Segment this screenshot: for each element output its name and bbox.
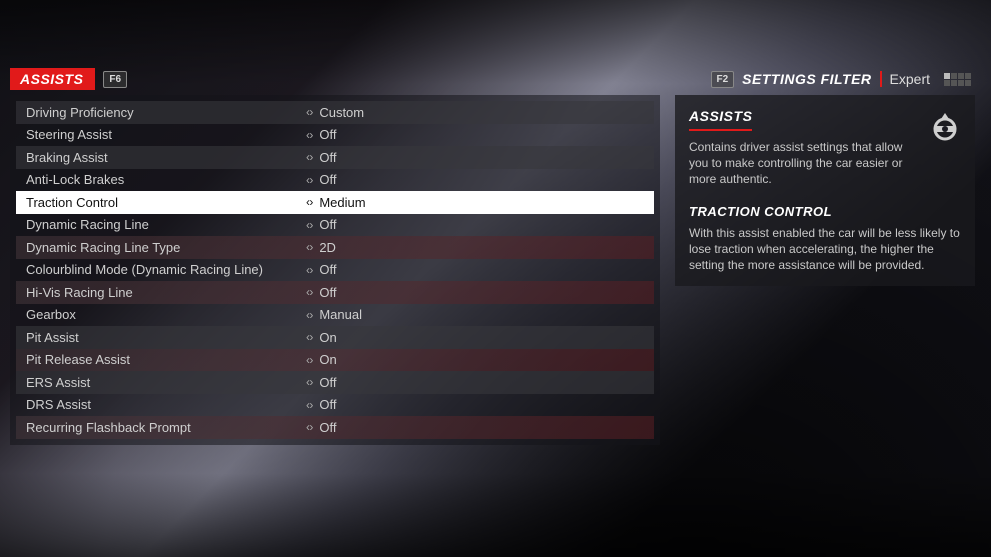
setting-value[interactable]: Medium: [319, 195, 365, 210]
setting-label: Steering Assist: [16, 127, 306, 142]
settings-row[interactable]: Dynamic Racing Line‹ › Off: [16, 214, 654, 237]
settings-filter-label: SETTINGS FILTER: [742, 71, 871, 87]
setting-label: Pit Release Assist: [16, 352, 306, 367]
left-right-arrows-icon[interactable]: ‹ ›: [306, 105, 311, 119]
setting-value[interactable]: Off: [319, 150, 336, 165]
left-right-arrows-icon[interactable]: ‹ ›: [306, 420, 311, 434]
setting-value[interactable]: On: [319, 352, 336, 367]
steering-wheel-icon: [927, 107, 963, 147]
left-right-arrows-icon[interactable]: ‹ ›: [306, 398, 311, 412]
settings-row[interactable]: Pit Assist‹ › On: [16, 326, 654, 349]
settings-row[interactable]: Steering Assist‹ › Off: [16, 124, 654, 147]
setting-label: Hi-Vis Racing Line: [16, 285, 306, 300]
setting-value[interactable]: Off: [319, 127, 336, 142]
setting-label: Dynamic Racing Line: [16, 217, 306, 232]
left-right-arrows-icon[interactable]: ‹ ›: [306, 308, 311, 322]
setting-value[interactable]: 2D: [319, 240, 336, 255]
top-bar: ASSISTS F6 F2 SETTINGS FILTER Expert: [0, 0, 991, 95]
settings-row[interactable]: Driving Proficiency‹ › Custom: [16, 101, 654, 124]
setting-label: Traction Control: [16, 195, 306, 210]
left-right-arrows-icon[interactable]: ‹ ›: [306, 128, 311, 142]
left-right-arrows-icon[interactable]: ‹ ›: [306, 240, 311, 254]
info-title: ASSISTS: [689, 107, 752, 131]
setting-value[interactable]: Manual: [319, 307, 362, 322]
grid-view-icon[interactable]: [944, 73, 971, 86]
setting-value[interactable]: Custom: [319, 105, 364, 120]
setting-label: Dynamic Racing Line Type: [16, 240, 306, 255]
settings-list: Driving Proficiency‹ ›CustomSteering Ass…: [10, 95, 660, 445]
info-subhead: TRACTION CONTROL: [689, 203, 961, 221]
setting-value[interactable]: Off: [319, 217, 336, 232]
settings-row[interactable]: Pit Release Assist‹ › On: [16, 349, 654, 372]
left-right-arrows-icon[interactable]: ‹ ›: [306, 173, 311, 187]
setting-value[interactable]: Off: [319, 285, 336, 300]
info-subdescription: With this assist enabled the car will be…: [689, 225, 961, 274]
filter-key-hint: F2: [711, 71, 735, 88]
left-right-arrows-icon[interactable]: ‹ ›: [306, 263, 311, 277]
setting-label: Colourblind Mode (Dynamic Racing Line): [16, 262, 306, 277]
settings-row[interactable]: Anti-Lock Brakes‹ › Off: [16, 169, 654, 192]
title-key-hint: F6: [103, 71, 127, 88]
settings-row[interactable]: Dynamic Racing Line Type‹ › 2D: [16, 236, 654, 259]
settings-row[interactable]: ERS Assist‹ › Off: [16, 371, 654, 394]
left-right-arrows-icon[interactable]: ‹ ›: [306, 330, 311, 344]
settings-row[interactable]: Braking Assist‹ › Off: [16, 146, 654, 169]
setting-value[interactable]: On: [319, 330, 336, 345]
settings-row[interactable]: Colourblind Mode (Dynamic Racing Line)‹ …: [16, 259, 654, 282]
settings-row[interactable]: DRS Assist‹ › Off: [16, 394, 654, 417]
settings-row[interactable]: Traction Control‹ › Medium: [16, 191, 654, 214]
left-right-arrows-icon[interactable]: ‹ ›: [306, 150, 311, 164]
setting-value[interactable]: Off: [319, 172, 336, 187]
setting-label: Anti-Lock Brakes: [16, 172, 306, 187]
left-right-arrows-icon[interactable]: ‹ ›: [306, 195, 311, 209]
setting-label: DRS Assist: [16, 397, 306, 412]
info-description: Contains driver assist settings that all…: [689, 139, 961, 188]
setting-label: Braking Assist: [16, 150, 306, 165]
settings-row[interactable]: Recurring Flashback Prompt‹ › Off: [16, 416, 654, 439]
divider: [880, 71, 882, 87]
setting-label: Driving Proficiency: [16, 105, 306, 120]
page-title: ASSISTS: [10, 68, 95, 90]
setting-label: ERS Assist: [16, 375, 306, 390]
setting-label: Pit Assist: [16, 330, 306, 345]
settings-row[interactable]: Hi-Vis Racing Line‹ › Off: [16, 281, 654, 304]
setting-label: Recurring Flashback Prompt: [16, 420, 306, 435]
setting-value[interactable]: Off: [319, 375, 336, 390]
left-right-arrows-icon[interactable]: ‹ ›: [306, 218, 311, 232]
left-right-arrows-icon[interactable]: ‹ ›: [306, 353, 311, 367]
setting-value[interactable]: Off: [319, 420, 336, 435]
left-right-arrows-icon[interactable]: ‹ ›: [306, 285, 311, 299]
setting-value[interactable]: Off: [319, 262, 336, 277]
left-right-arrows-icon[interactable]: ‹ ›: [306, 375, 311, 389]
settings-row[interactable]: Gearbox‹ › Manual: [16, 304, 654, 327]
setting-value[interactable]: Off: [319, 397, 336, 412]
info-panel: ASSISTS Contains driver assist settings …: [675, 95, 975, 286]
settings-filter-value[interactable]: Expert: [890, 71, 930, 87]
setting-label: Gearbox: [16, 307, 306, 322]
